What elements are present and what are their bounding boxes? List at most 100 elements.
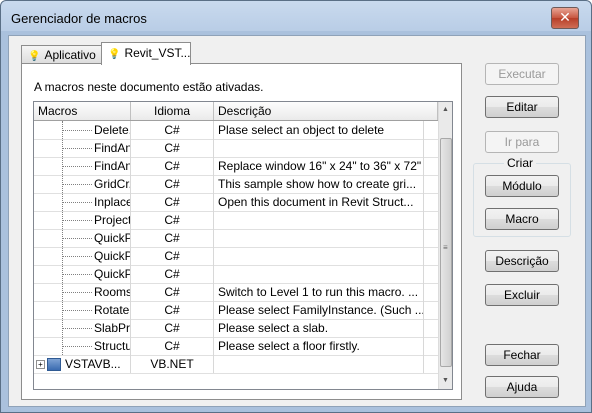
tree-connector — [62, 183, 92, 186]
table-row[interactable]: Inplace...C#Open this document in Revit … — [34, 193, 438, 212]
macro-language-cell: C# — [131, 265, 214, 283]
macro-name-cell: QuickP... — [34, 247, 131, 265]
tree-connector — [62, 201, 92, 204]
column-header-macros[interactable]: Macros — [34, 102, 131, 120]
macro-description-cell — [214, 139, 424, 157]
macro-name-cell: Rotate... — [34, 301, 131, 319]
table-row[interactable]: FindAn...C# — [34, 139, 438, 158]
macro-name-cell: Inplace... — [34, 193, 131, 211]
tree-connector — [62, 129, 92, 132]
tree-connector — [62, 165, 92, 168]
delete-button[interactable]: Excluir — [485, 284, 559, 306]
macros-panel: A macros neste documento estão ativadas.… — [21, 63, 462, 400]
goto-button[interactable]: Ir para — [485, 131, 559, 153]
macro-description-cell: Replace window 16" x 24" to 36" x 72" — [214, 157, 424, 175]
tree-connector — [62, 345, 92, 348]
tree-connector — [62, 291, 92, 294]
description-button[interactable]: Descrição — [485, 250, 559, 272]
expand-plus-icon[interactable]: + — [36, 360, 45, 370]
macro-language-cell: C# — [131, 139, 214, 157]
macro-language-cell: C# — [131, 229, 214, 247]
tab-application[interactable]: 💡 Aplicativo — [21, 45, 103, 64]
table-row[interactable]: QuickP...C# — [34, 265, 438, 284]
lightbulb-icon: 💡 — [108, 49, 121, 60]
macro-name: QuickP... — [94, 231, 131, 245]
macro-description-cell — [214, 247, 424, 265]
macro-name: Project... — [94, 213, 131, 227]
macro-name: Rotate... — [94, 303, 130, 317]
close-window-button[interactable]: ✕ — [551, 7, 579, 29]
macro-name-cell: Structure — [34, 337, 131, 355]
macro-language-cell: C# — [131, 121, 214, 139]
macro-name: FindAn... — [94, 141, 131, 155]
table-row[interactable]: Delete...C#Plase select an object to del… — [34, 121, 438, 140]
table-row[interactable]: StructureC#Please select a floor firstly… — [34, 337, 438, 356]
table-row[interactable]: GridCr...C#This sample show how to creat… — [34, 175, 438, 194]
macro-name: SlabPr... — [94, 321, 130, 335]
tree-connector — [62, 147, 92, 150]
macro-name-cell: FindAn... — [34, 139, 131, 157]
edit-button[interactable]: Editar — [485, 96, 559, 118]
close-button[interactable]: Fechar — [485, 344, 559, 366]
macro-description-cell: Open this document in Revit Struct... — [214, 193, 424, 211]
table-row[interactable]: Rooms C# Switch to Level 1 to run this mac… — [34, 283, 438, 302]
run-button[interactable]: Executar — [485, 63, 559, 85]
module-button[interactable]: Módulo — [485, 175, 559, 197]
column-header-language[interactable]: Idioma — [131, 102, 214, 120]
macro-description-cell: Switch to Level 1 to run this macro. ... — [214, 283, 424, 301]
project-name: VSTAVB... — [65, 357, 121, 371]
tab-revit-vst-label: Revit_VST... — [124, 46, 191, 60]
macro-language-cell: C# — [131, 301, 214, 319]
scroll-down-arrow-icon[interactable]: ▼ — [439, 373, 452, 389]
tree-connector — [62, 273, 92, 276]
table-row[interactable]: QuickP...C# — [34, 229, 438, 248]
window-title: Gerenciador de macros — [11, 11, 147, 26]
table-row[interactable]: QuickP...C# — [34, 247, 438, 266]
table-row[interactable]: SlabPr...C#Please select a slab. — [34, 319, 438, 338]
scroll-up-arrow-icon[interactable]: ▲ — [439, 102, 452, 118]
macro-description-cell: Please select FamilyInstance. (Such ... — [214, 301, 424, 319]
macro-description-cell: Please select a floor firstly. — [214, 337, 424, 355]
table-row[interactable]: Project...C# — [34, 211, 438, 230]
macro-description-cell: Please select a slab. — [214, 319, 424, 337]
macro-description-cell — [214, 265, 424, 283]
grip-icon: ≡ — [443, 243, 448, 252]
column-header-description[interactable]: Descrição — [214, 102, 438, 120]
tab-application-label: Aplicativo — [44, 48, 96, 62]
create-group-label: Criar — [504, 156, 536, 170]
vertical-scrollbar[interactable]: ▲ ≡ ▼ — [438, 102, 452, 389]
help-button[interactable]: Ajuda — [485, 376, 559, 398]
table-row[interactable]: FindAn...C#Replace window 16" x 24" to 3… — [34, 157, 438, 176]
macro-name: Rooms — [94, 285, 131, 299]
macro-description-cell: Plase select an object to delete — [214, 121, 424, 139]
macro-name: Delete... — [94, 123, 130, 137]
macro-description-cell: This sample show how to create gri... — [214, 175, 424, 193]
macro-language-cell: C# — [131, 211, 214, 229]
project-description-cell — [214, 355, 424, 373]
macro-language-cell: C# — [131, 175, 214, 193]
macro-name-cell: Project... — [34, 211, 131, 229]
macro-manager-window: Gerenciador de macros ✕ 💡 Aplicativo 💡 Rev… — [0, 0, 592, 413]
tree-connector — [62, 327, 92, 330]
macro-name-cell: SlabPr... — [34, 319, 131, 337]
macro-button[interactable]: Macro — [485, 208, 559, 230]
scrollbar-thumb[interactable]: ≡ — [440, 138, 452, 367]
macro-name-cell: Rooms — [34, 283, 131, 301]
macro-name: FindAn... — [94, 159, 131, 173]
dialog-client-area: 💡 Aplicativo 💡 Revit_VST... A macros neste… — [8, 35, 586, 407]
grid-header: Macros Idioma Descrição — [34, 102, 438, 121]
macro-name: QuickP... — [94, 249, 131, 263]
macro-language-cell: C# — [131, 157, 214, 175]
project-row[interactable]: + VSTAVB... VB.NET — [34, 355, 438, 374]
macro-name-cell: QuickP... — [34, 229, 131, 247]
macro-name-cell: GridCr... — [34, 175, 131, 193]
tree-connector — [62, 255, 92, 258]
macro-name: QuickP... — [94, 267, 131, 281]
table-row[interactable]: Rotate...C#Please select FamilyInstance.… — [34, 301, 438, 320]
macro-name: Inplace... — [94, 195, 130, 209]
title-bar[interactable]: Gerenciador de macros ✕ — [1, 1, 591, 35]
tab-revit-vst[interactable]: 💡 Revit_VST... — [101, 42, 191, 65]
macro-language-cell: C# — [131, 337, 214, 355]
macro-language-cell: C# — [131, 319, 214, 337]
macros-grid: Macros Idioma Descrição Delete...C#Plase… — [33, 101, 453, 390]
